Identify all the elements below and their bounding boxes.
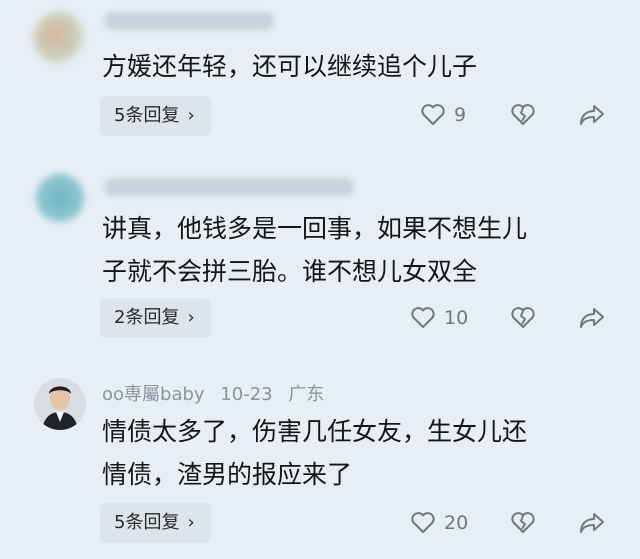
share-button[interactable]	[578, 306, 606, 330]
comment-1: 方媛还年轻，还可以继续追个儿子 5条回复 › 9	[0, 0, 640, 150]
broken-heart-icon	[511, 307, 535, 328]
view-replies-button[interactable]: 5条回复 ›	[100, 503, 211, 543]
reply-count-label: 2条回复	[114, 307, 180, 328]
view-replies-button[interactable]: 2条回复 ›	[100, 298, 211, 338]
reply-count-label: 5条回复	[114, 512, 180, 533]
like-count: 9	[454, 104, 467, 126]
broken-heart-icon	[511, 512, 535, 533]
share-button[interactable]	[578, 511, 606, 535]
like-button[interactable]: 10	[410, 306, 468, 330]
comment-location: 广东	[288, 384, 325, 405]
heart-outline-icon	[411, 512, 435, 533]
like-count: 20	[444, 512, 469, 534]
like-count: 10	[444, 307, 469, 329]
comment-text: 情债太多了，伤害几任女友，生女儿还 情债，渣男的报应来了	[102, 413, 602, 494]
share-arrow-icon	[580, 308, 604, 328]
chevron-right-icon: ›	[187, 512, 195, 533]
comment-text-line-2: 子就不会拼三胎。谁不想儿女双全	[102, 257, 478, 286]
chevron-right-icon: ›	[187, 105, 195, 126]
comment-2: 讲真，他钱多是一回事，如果不想生儿 子就不会拼三胎。谁不想儿女双全 2条回复 ›…	[0, 150, 640, 355]
share-arrow-icon	[580, 513, 604, 533]
avatar[interactable]	[34, 378, 86, 430]
comment-text-line-1: 情债太多了，伤害几任女友，生女儿还	[102, 417, 528, 446]
username-blurred	[104, 12, 274, 30]
avatar[interactable]	[34, 172, 86, 224]
comment-text-line-1: 讲真，他钱多是一回事，如果不想生儿	[102, 214, 528, 243]
avatar[interactable]	[34, 12, 86, 64]
comment-date: 10-23	[220, 384, 273, 405]
dislike-button[interactable]	[510, 306, 536, 330]
avatar-portrait-icon	[34, 378, 86, 430]
share-arrow-icon	[580, 105, 604, 125]
dislike-button[interactable]	[510, 103, 536, 127]
broken-heart-icon	[511, 104, 535, 125]
like-button[interactable]: 20	[410, 511, 468, 535]
comment-text: 讲真，他钱多是一回事，如果不想生儿 子就不会拼三胎。谁不想儿女双全	[102, 210, 602, 291]
comment-text: 方媛还年轻，还可以继续追个儿子	[102, 52, 478, 81]
chevron-right-icon: ›	[187, 307, 195, 328]
share-button[interactable]	[578, 103, 606, 127]
dislike-button[interactable]	[510, 511, 536, 535]
comment-3: oo専屬baby 10-23 广东 情债太多了，伤害几任女友，生女儿还 情债，渣…	[0, 355, 640, 559]
comment-meta: oo専屬baby 10-23 广东	[102, 380, 334, 406]
reply-count-label: 5条回复	[114, 105, 180, 126]
username[interactable]: oo専屬baby	[102, 384, 205, 405]
view-replies-button[interactable]: 5条回复 ›	[100, 96, 211, 136]
username-blurred	[104, 178, 354, 196]
heart-outline-icon	[411, 307, 435, 328]
heart-outline-icon	[421, 104, 445, 125]
comment-text-line-2: 情债，渣男的报应来了	[102, 460, 353, 489]
like-button[interactable]: 9	[420, 103, 466, 127]
